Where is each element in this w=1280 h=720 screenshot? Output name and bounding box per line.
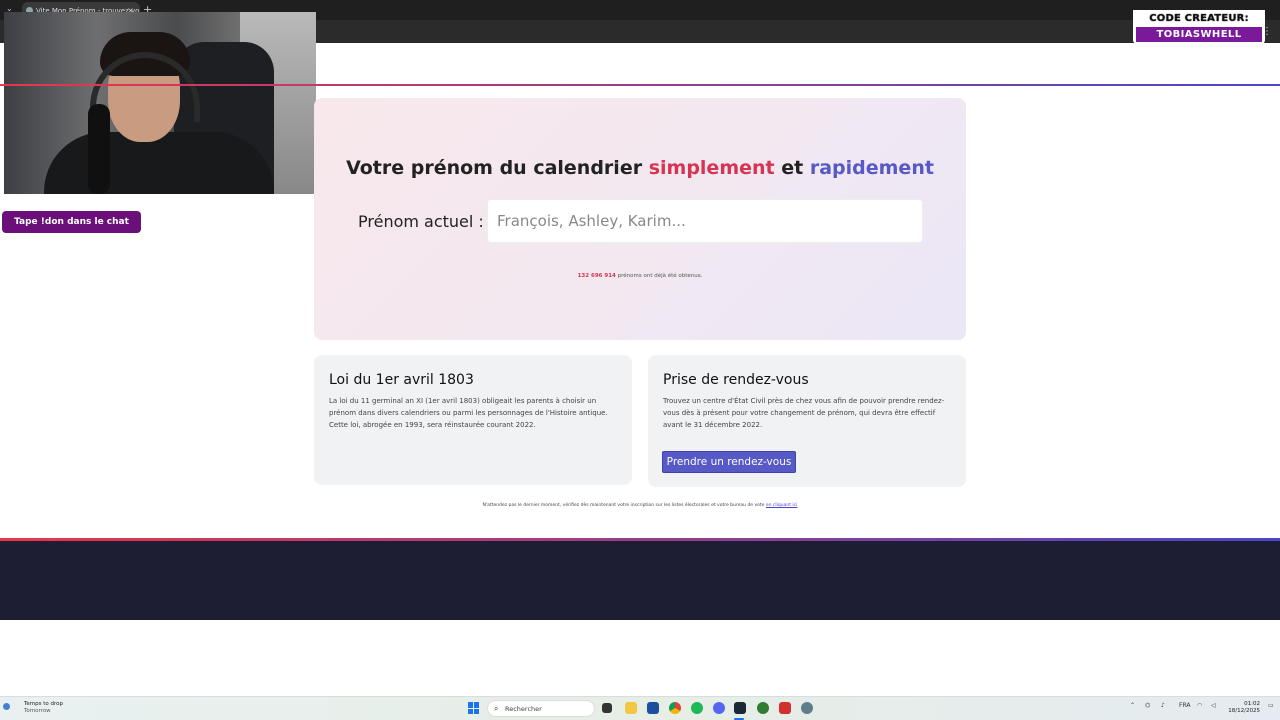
names-counter-text: prénoms ont déjà été obtenus. [617, 273, 703, 279]
current-name-label: Prénom actuel : [358, 212, 484, 231]
tray-chevron-icon[interactable]: ⌃ [1130, 702, 1135, 709]
header-accent-line [0, 84, 1280, 86]
weather-subtitle: Tomorrow [24, 708, 51, 714]
microphone [88, 104, 110, 194]
appointment-card-text: Trouvez un centre d'État Civil près de c… [663, 397, 945, 429]
hero-section: Votre prénom du calendrier simplement et… [314, 98, 966, 340]
recorder-app-icon[interactable] [779, 702, 791, 714]
clock-time: 01:02 [1244, 701, 1260, 707]
names-counter-value: 132 696 914 [577, 273, 616, 279]
current-name-input[interactable] [487, 199, 923, 243]
store-app-icon[interactable] [647, 702, 659, 714]
book-appointment-button[interactable]: Prendre un rendez-vous [662, 451, 796, 473]
electoral-footnote-text: N'attendez pas le dernier moment, vérifi… [482, 503, 765, 508]
taskbar-search-placeholder: Rechercher [505, 705, 542, 713]
hero-title-and: et [781, 157, 804, 179]
webcam-overlay [4, 12, 316, 194]
clock-date: 18/12/2025 [1228, 708, 1260, 714]
streamer-body [44, 132, 274, 194]
creator-code-badge: CODE CREATEUR: TOBIASWHELL [1133, 10, 1265, 44]
folder-app-icon[interactable] [625, 702, 637, 714]
volume-icon[interactable]: ◁ [1211, 702, 1216, 709]
windows-taskbar: Temps to drop Tomorrow ⌕ Rechercher ⌃ ⌬ … [0, 696, 1280, 720]
taskbar-search[interactable]: ⌕ Rechercher [487, 700, 595, 717]
wifi-icon[interactable]: ◠ [1197, 702, 1202, 709]
weather-title: Temps to drop [24, 701, 64, 707]
screen: ⌄ Vite Mon Prénom - trouvez vo × + ⋮ Tap… [0, 0, 1280, 720]
hero-title-simplement: simplement [648, 157, 775, 179]
network-icon[interactable]: ⌬ [1145, 702, 1150, 709]
law-card-title: Loi du 1er avril 1803 [329, 372, 474, 388]
page-footer [0, 541, 1280, 620]
hero-title-rapidement: rapidement [809, 157, 934, 179]
notifications-icon[interactable]: ▭ [1268, 702, 1274, 709]
discord-app-icon[interactable] [713, 702, 725, 714]
microphone-icon[interactable]: ♪ [1161, 702, 1165, 709]
appointment-card-title: Prise de rendez-vous [663, 372, 809, 388]
appointment-card: Prise de rendez-vous Trouvez un centre d… [648, 355, 966, 487]
chrome-app-icon[interactable] [669, 702, 681, 714]
taskbar-clock[interactable]: 01:02 18/12/2025 [1226, 701, 1260, 715]
law-card-text: La loi du 11 germinal an XI (1er avril 1… [329, 397, 608, 429]
electoral-footnote-link[interactable]: en cliquant ici [766, 503, 798, 508]
start-menu-icon[interactable] [468, 702, 480, 714]
search-icon: ⌕ [494, 704, 499, 713]
electoral-footnote: N'attendez pas le dernier moment, vérifi… [314, 503, 966, 508]
spotify-app-icon[interactable] [691, 702, 703, 714]
donation-prompt: Tape !don dans le chat [2, 211, 141, 233]
hero-title: Votre prénom du calendrier simplement et… [314, 157, 966, 179]
creator-code-value: TOBIASWHELL [1136, 27, 1262, 42]
language-indicator[interactable]: FRA [1179, 702, 1190, 709]
creator-code-label: CODE CREATEUR: [1133, 10, 1265, 26]
settings-app-icon[interactable] [801, 702, 813, 714]
game-app-icon[interactable] [757, 702, 769, 714]
law-card: Loi du 1er avril 1803 La loi du 11 germi… [314, 355, 632, 485]
names-counter: 132 696 914 prénoms ont déjà été obtenus… [314, 273, 966, 279]
weather-widget[interactable]: Temps to drop Tomorrow [24, 701, 63, 715]
file-explorer-app-icon[interactable] [602, 703, 612, 713]
hero-title-prefix: Votre prénom du calendrier [346, 157, 643, 179]
steam-app-icon[interactable] [734, 702, 746, 714]
weather-icon[interactable] [3, 703, 10, 710]
